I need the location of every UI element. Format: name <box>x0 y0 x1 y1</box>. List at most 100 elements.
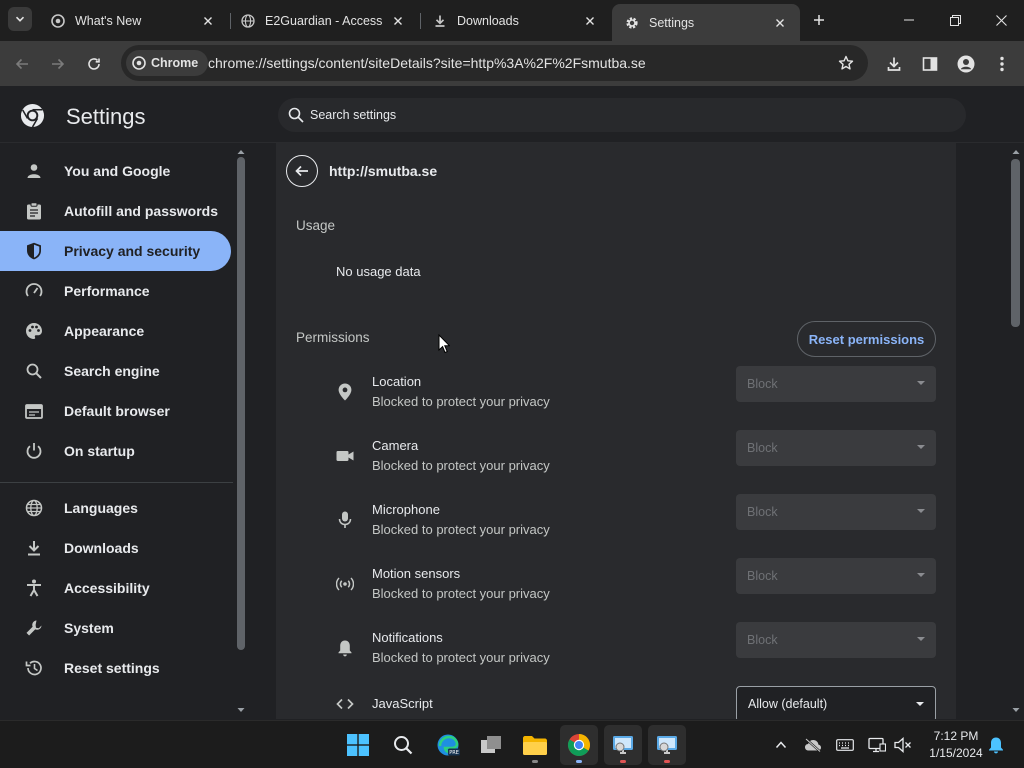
sidebar-item-you-and-google[interactable]: You and Google <box>0 151 231 191</box>
scroll-down-arrow-icon[interactable] <box>236 705 246 715</box>
volume-tray-button[interactable] <box>893 735 913 755</box>
sidebar-item-system[interactable]: System <box>0 608 231 648</box>
taskbar-task-view[interactable] <box>472 725 510 765</box>
permission-name: Location <box>372 374 422 389</box>
scroll-down-arrow-icon[interactable] <box>1011 705 1021 715</box>
back-button[interactable] <box>286 155 318 187</box>
permission-description: Blocked to protect your privacy <box>372 458 550 473</box>
sidebar-scrollbar[interactable] <box>233 143 249 719</box>
bookmark-button[interactable] <box>836 53 856 73</box>
chrome-icon <box>50 13 66 29</box>
new-tab-button[interactable] <box>808 9 830 31</box>
downloads-button[interactable] <box>881 51 907 77</box>
taskbar-clock[interactable]: 7:12 PM 1/15/2024 <box>918 728 994 762</box>
tab-settings[interactable]: Settings <box>612 4 800 41</box>
profile-button[interactable] <box>953 51 979 77</box>
scroll-up-arrow-icon[interactable] <box>236 147 246 157</box>
javascript-permission-select[interactable]: Allow (default) <box>736 686 936 719</box>
permission-description: Blocked to protect your privacy <box>372 522 550 537</box>
reload-button[interactable] <box>81 51 107 77</box>
minimize-icon <box>904 19 914 21</box>
forward-button[interactable] <box>45 51 71 77</box>
select-value: Block <box>747 441 778 455</box>
notifications-permission-select[interactable]: Block <box>736 622 936 658</box>
motion-sensors-icon <box>336 575 354 593</box>
page-scrollbar-thumb[interactable] <box>1011 159 1020 327</box>
taskbar-chrome[interactable] <box>560 725 598 765</box>
minimize-button[interactable] <box>886 0 932 40</box>
sidebar-item-on-startup[interactable]: On startup <box>0 431 231 471</box>
chip-label: Chrome <box>151 56 199 70</box>
permission-name: Microphone <box>372 502 440 517</box>
scroll-up-arrow-icon[interactable] <box>1011 147 1021 157</box>
chevron-up-icon <box>775 741 787 749</box>
location-permission-select[interactable]: Block <box>736 366 936 402</box>
network-tray-button[interactable] <box>867 735 887 755</box>
sidebar-item-downloads[interactable]: Downloads <box>0 528 231 568</box>
browser-toolbar: Chrome chrome://settings/content/siteDet… <box>0 41 1024 86</box>
select-value: Allow (default) <box>748 697 828 711</box>
sidebar-item-label: Search engine <box>64 363 160 379</box>
taskbar-search-button[interactable] <box>384 725 422 765</box>
url-text[interactable]: chrome://settings/content/siteDetails?si… <box>208 55 646 71</box>
browser-icon <box>24 401 44 421</box>
select-value: Block <box>747 569 778 583</box>
sidebar-item-search-engine[interactable]: Search engine <box>0 351 231 391</box>
sidebar-item-reset-settings[interactable]: Reset settings <box>0 648 231 688</box>
notifications-button[interactable] <box>986 735 1006 755</box>
sidebar-item-accessibility[interactable]: Accessibility <box>0 568 231 608</box>
close-window-button[interactable] <box>978 0 1024 40</box>
task-view-icon <box>481 736 501 753</box>
clipboard-icon <box>24 201 44 221</box>
tab-downloads[interactable]: Downloads <box>420 4 610 37</box>
start-button[interactable] <box>339 725 377 765</box>
tab-search-button[interactable] <box>8 7 32 31</box>
keyboard-tray-button[interactable] <box>835 735 855 755</box>
page-scrollbar[interactable] <box>1007 143 1024 719</box>
sidebar-item-privacy-and-security[interactable]: Privacy and security <box>0 231 231 271</box>
site-info-chip[interactable]: Chrome <box>126 50 209 76</box>
sidebar-item-languages[interactable]: Languages <box>0 488 231 528</box>
address-bar[interactable]: Chrome chrome://settings/content/siteDet… <box>121 45 868 81</box>
select-value: Block <box>747 505 778 519</box>
taskbar-app-remote-1[interactable] <box>604 725 642 765</box>
permission-row-microphone: Microphone Blocked to protect your priva… <box>276 494 956 566</box>
tab-whats-new[interactable]: What's New <box>38 4 228 37</box>
permission-row-notifications: Notifications Blocked to protect your pr… <box>276 622 956 694</box>
search-icon <box>24 361 44 381</box>
reset-permissions-button[interactable]: Reset permissions <box>797 321 936 357</box>
back-button[interactable] <box>9 51 35 77</box>
side-panel-button[interactable] <box>917 51 943 77</box>
permissions-heading: Permissions <box>296 330 370 345</box>
restore-button[interactable] <box>932 0 978 40</box>
sidebar-item-autofill[interactable]: Autofill and passwords <box>0 191 231 231</box>
taskbar-app-remote-2[interactable] <box>648 725 686 765</box>
arrow-left-icon <box>15 58 28 70</box>
close-icon[interactable] <box>772 15 788 31</box>
settings-search-field[interactable]: Search settings <box>278 98 966 132</box>
permission-name: Camera <box>372 438 419 453</box>
onedrive-tray-button[interactable] <box>803 735 823 755</box>
sidebar-item-appearance[interactable]: Appearance <box>0 311 231 351</box>
close-icon[interactable] <box>200 13 216 29</box>
close-icon[interactable] <box>390 13 406 29</box>
camera-permission-select[interactable]: Block <box>736 430 936 466</box>
sidebar-item-performance[interactable]: Performance <box>0 271 231 311</box>
tab-e2guardian[interactable]: E2Guardian - Access D <box>228 4 418 37</box>
taskbar-file-explorer[interactable] <box>516 725 554 765</box>
microphone-permission-select[interactable]: Block <box>736 494 936 530</box>
sidebar-item-default-browser[interactable]: Default browser <box>0 391 231 431</box>
motion-sensors-permission-select[interactable]: Block <box>736 558 936 594</box>
running-indicator <box>532 760 538 763</box>
mouse-cursor-icon <box>438 334 450 354</box>
show-hidden-icons-button[interactable] <box>771 735 791 755</box>
select-value: Block <box>747 633 778 647</box>
running-indicator <box>664 760 670 763</box>
bell-icon <box>989 737 1003 754</box>
sidebar-item-label: You and Google <box>64 163 171 179</box>
sidebar-scrollbar-thumb[interactable] <box>237 157 245 650</box>
code-icon <box>336 695 354 713</box>
taskbar-edge-beta[interactable]: PRE <box>429 725 467 765</box>
menu-button[interactable] <box>989 51 1015 77</box>
close-icon[interactable] <box>582 13 598 29</box>
